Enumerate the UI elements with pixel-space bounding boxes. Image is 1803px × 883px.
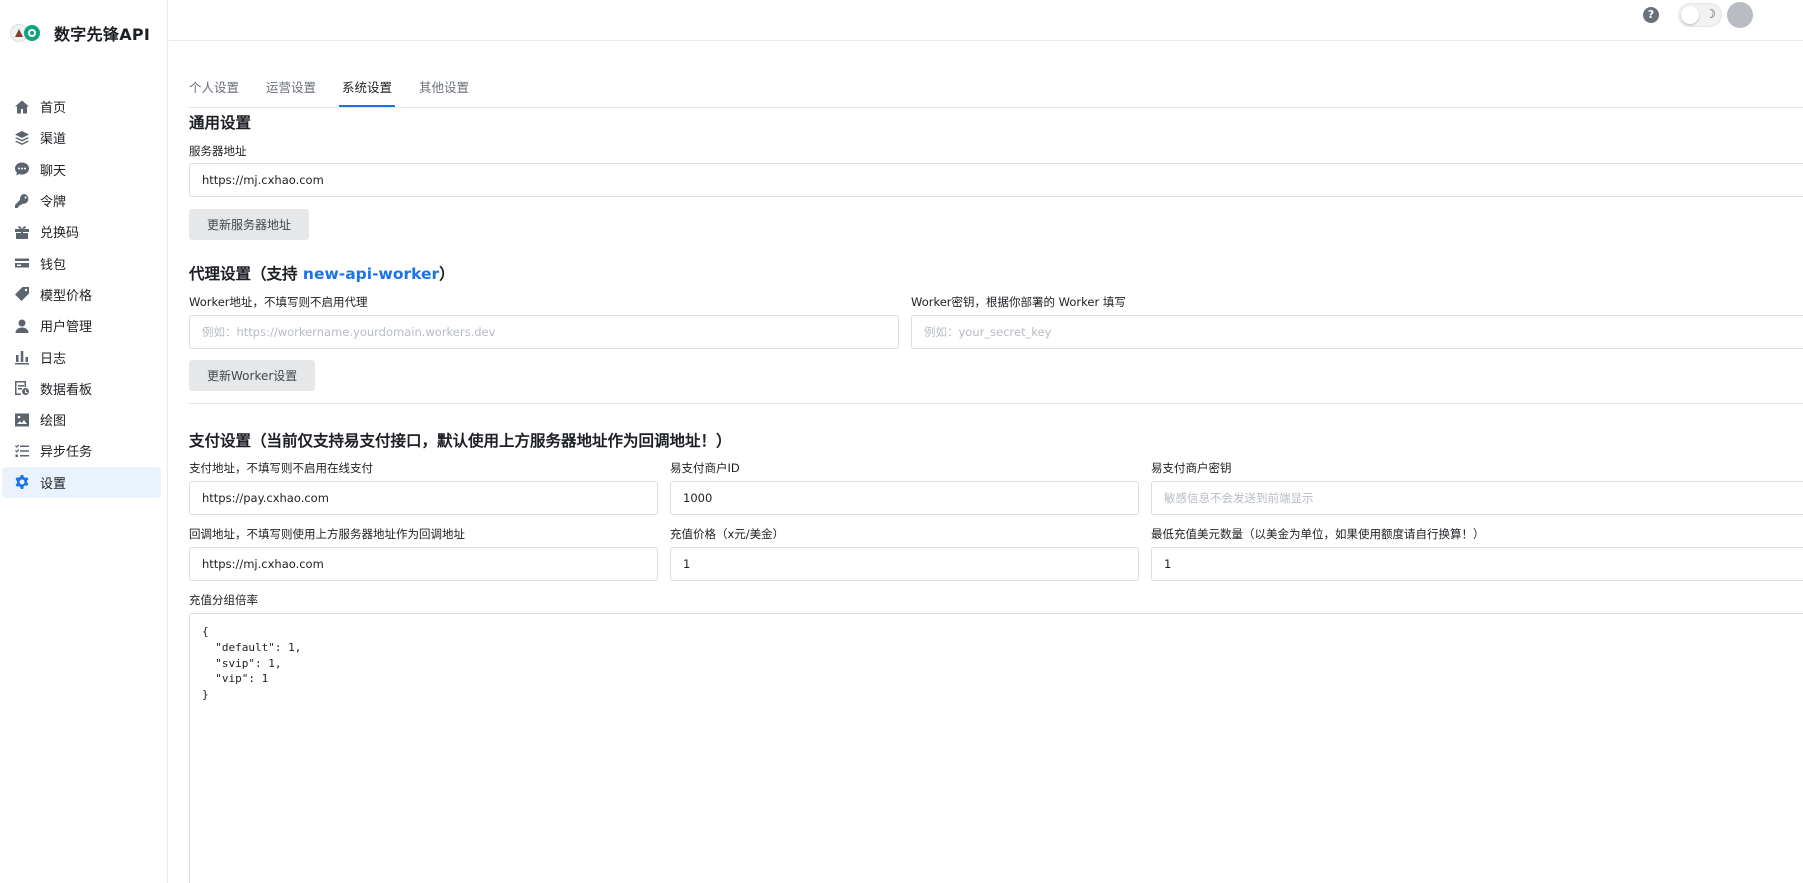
server-address-label: 服务器地址 [189,144,247,158]
brand-name: 数字先锋API [54,25,151,44]
new-api-worker-link[interactable]: new-api-worker [303,265,439,283]
sidebar-item-dashboard[interactable]: 数据看板 [2,373,161,404]
sidebar-item-drawing[interactable]: 绘图 [2,404,161,435]
sidebar-item-label: 模型价格 [40,288,93,304]
sidebar-item-label: 聊天 [40,163,67,179]
avatar[interactable] [1727,2,1753,28]
section-divider [189,403,1803,404]
sidebar-item-channels[interactable]: 渠道 [2,122,161,153]
min-recharge-label: 最低充值美元数量（以美金为单位，如果使用额度请自行换算！） [1151,527,1485,541]
tab-operation-settings[interactable]: 运营设置 [266,77,316,96]
sidebar-item-label: 令牌 [40,195,67,211]
recharge-price-input[interactable] [670,547,1139,581]
theme-toggle[interactable]: ☽ [1678,3,1722,27]
merchant-key-input[interactable] [1151,481,1803,515]
group-ratio-textarea[interactable]: { "default": 1, "svip": 1, "vip": 1 } [189,613,1803,883]
sidebar-item-redeem-codes[interactable]: 兑换码 [2,216,161,247]
credit-card-icon [14,255,30,271]
tab-personal-settings[interactable]: 个人设置 [189,77,239,96]
worker-key-input[interactable] [911,315,1803,349]
moon-icon: ☽ [1705,7,1716,21]
sidebar-item-chat[interactable]: 聊天 [2,154,161,185]
layers-icon [14,130,30,146]
sidebar-item-wallet[interactable]: 钱包 [2,247,161,278]
bar-chart-icon [14,349,30,365]
brand-logo [8,18,42,48]
proxy-title-suffix: ） [439,265,455,283]
price-tag-icon [14,286,30,302]
gear-icon [14,474,30,490]
top-header: ? ☽ [169,0,1803,41]
gift-icon [14,224,30,240]
tab-other-settings[interactable]: 其他设置 [419,77,469,96]
chat-icon [14,161,30,177]
sidebar-nav: 首页 渠道 聊天 令牌 兑换码 钱包 模型价格 用户管理 日志 数据看板 绘图 … [2,91,161,498]
callback-address-input[interactable] [189,547,658,581]
sidebar-item-model-pricing[interactable]: 模型价格 [2,279,161,310]
update-server-address-button[interactable]: 更新服务器地址 [189,209,310,240]
sidebar-item-label: 数据看板 [40,382,93,398]
toggle-knob [1681,6,1699,24]
sidebar-item-async-tasks[interactable]: 异步任务 [2,435,161,466]
worker-url-label: Worker地址，不填写则不启用代理 [189,295,368,309]
sidebar-item-label: 渠道 [40,132,67,148]
merchant-key-label: 易支付商户密钥 [1151,461,1232,475]
image-icon [14,412,30,428]
pay-address-input[interactable] [189,481,658,515]
sidebar-item-label: 绘图 [40,414,67,430]
help-icon[interactable]: ? [1643,7,1659,23]
sidebar-item-label: 钱包 [40,257,67,273]
brand[interactable]: 数字先锋API [8,18,150,48]
worker-key-label: Worker密钥，根据你部署的 Worker 填写 [911,295,1126,309]
home-icon [14,99,30,115]
sidebar-item-label: 设置 [40,476,67,492]
task-list-icon [14,443,30,459]
tab-system-settings[interactable]: 系统设置 [342,77,392,96]
active-tab-indicator [339,105,395,107]
callback-address-label: 回调地址，不填写则使用上方服务器地址作为回调地址 [189,527,465,541]
settings-tabs: 个人设置 运营设置 系统设置 其他设置 [189,70,1803,108]
user-icon [14,318,30,334]
proxy-settings-title: 代理设置（支持 new-api-worker） [189,262,455,284]
server-address-input[interactable] [189,163,1803,197]
payment-settings-title: 支付设置（当前仅支持易支付接口，默认使用上方服务器地址作为回调地址！） [189,432,732,450]
min-recharge-input[interactable] [1151,547,1803,581]
sidebar: 数字先锋API 首页 渠道 聊天 令牌 兑换码 钱包 模型价格 用户管理 日志 … [0,0,168,883]
sidebar-item-logs[interactable]: 日志 [2,341,161,372]
general-settings-title: 通用设置 [189,114,252,132]
sidebar-item-home[interactable]: 首页 [2,91,161,122]
sidebar-item-label: 异步任务 [40,445,93,461]
sidebar-item-label: 兑换码 [40,226,80,242]
update-worker-settings-button[interactable]: 更新Worker设置 [189,360,316,391]
sidebar-item-label: 用户管理 [40,320,93,336]
recharge-price-label: 充值价格（x元/美金） [670,527,785,541]
merchant-id-label: 易支付商户ID [670,461,740,475]
group-ratio-label: 充值分组倍率 [189,593,258,607]
proxy-title-prefix: 代理设置（支持 [189,265,303,283]
sidebar-item-tokens[interactable]: 令牌 [2,185,161,216]
merchant-id-input[interactable] [670,481,1139,515]
sidebar-item-settings[interactable]: 设置 [2,466,161,498]
pay-address-label: 支付地址，不填写则不启用在线支付 [189,461,373,475]
worker-url-input[interactable] [189,315,899,349]
key-icon [14,193,30,209]
dashboard-icon [14,380,30,396]
sidebar-item-label: 首页 [40,101,67,117]
sidebar-item-user-management[interactable]: 用户管理 [2,310,161,341]
sidebar-item-label: 日志 [40,351,67,367]
